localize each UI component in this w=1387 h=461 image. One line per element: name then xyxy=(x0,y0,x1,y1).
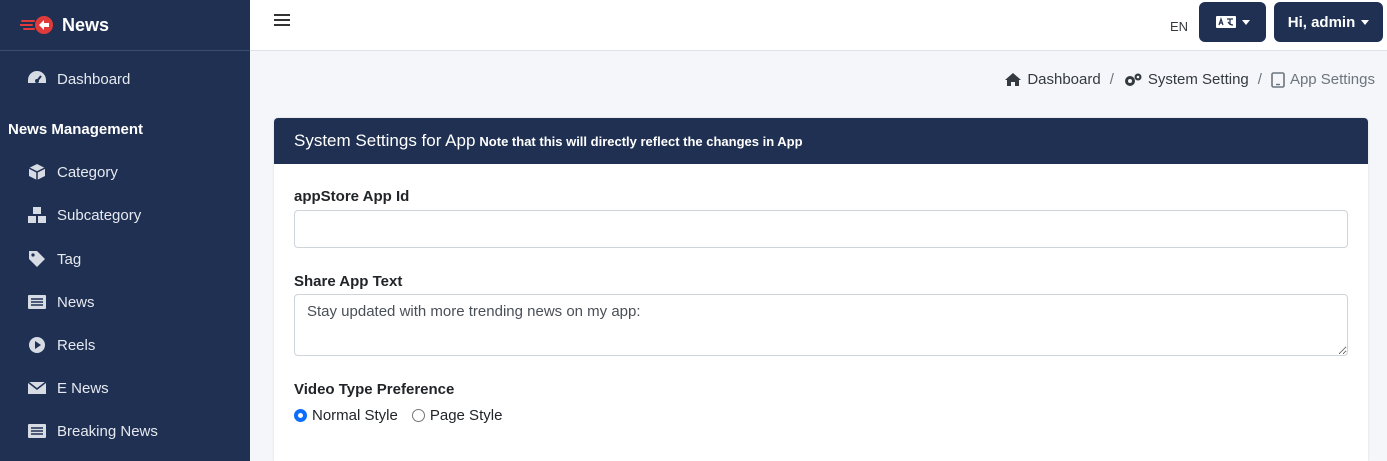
logo-icon xyxy=(20,16,53,34)
user-menu-button[interactable]: Hi, admin xyxy=(1274,2,1383,42)
sidebar-item-breaking-news[interactable]: Breaking News xyxy=(0,413,250,449)
chevron-down-icon xyxy=(1241,19,1250,25)
sidebar-item-category[interactable]: Category xyxy=(0,154,250,190)
breadcrumb-app-settings: App Settings xyxy=(1271,71,1375,88)
newspaper-icon xyxy=(27,292,47,312)
card-header: System Settings for App Note that this w… xyxy=(274,118,1368,164)
newspaper-icon xyxy=(27,421,47,441)
gears-icon xyxy=(1123,72,1143,88)
sidebar-item-label: Reels xyxy=(57,336,96,354)
top-navbar: EN Hi, admin xyxy=(250,0,1387,51)
sidebar-item-label: News xyxy=(57,293,95,311)
user-menu-label: Hi, admin xyxy=(1287,13,1356,31)
sidebar-item-label: E News xyxy=(57,379,109,397)
sidebar-item-label: Tag xyxy=(57,250,82,268)
gauge-icon xyxy=(27,69,47,89)
sidebar-section-header: News Management xyxy=(8,121,144,138)
language-code: EN xyxy=(1170,19,1189,34)
radio-page-style[interactable]: Page Style xyxy=(411,407,503,424)
sidebar: News Dashboard News Management Category … xyxy=(0,0,250,461)
breadcrumb-dashboard[interactable]: Dashboard xyxy=(1004,71,1101,88)
sidebar-item-news[interactable]: News xyxy=(0,284,250,320)
cube-icon xyxy=(27,162,47,182)
radio-label: Page Style xyxy=(429,407,503,424)
video-type-radio-group: Normal Style Page Style xyxy=(294,407,516,424)
translate-icon xyxy=(1215,16,1236,28)
sidebar-item-tag[interactable]: Tag xyxy=(0,241,250,277)
play-circle-icon xyxy=(27,335,47,355)
appstore-app-id-input[interactable] xyxy=(294,210,1348,248)
breadcrumb-label: Dashboard xyxy=(1027,71,1101,88)
settings-card: System Settings for App Note that this w… xyxy=(274,118,1368,461)
card-note: Note that this will directly reflect the… xyxy=(479,133,803,149)
breadcrumb-separator: / xyxy=(1257,71,1262,88)
share-app-text-label: Share App Text xyxy=(294,273,403,290)
radio-button[interactable] xyxy=(411,409,425,422)
menu-toggle-icon[interactable] xyxy=(274,14,290,30)
sidebar-item-label: Subcategory xyxy=(57,206,142,224)
breadcrumb-label: App Settings xyxy=(1289,71,1375,88)
sidebar-item-label: Category xyxy=(57,163,118,181)
envelope-icon xyxy=(27,378,47,398)
sidebar-item-dashboard[interactable]: Dashboard xyxy=(0,61,250,97)
video-type-preference-label: Video Type Preference xyxy=(294,381,455,398)
share-app-text-textarea[interactable]: Stay updated with more trending news on … xyxy=(294,294,1348,356)
sidebar-item-label: Dashboard xyxy=(57,70,131,88)
tag-icon xyxy=(27,249,47,269)
cubes-icon xyxy=(27,205,47,225)
sidebar-item-reels[interactable]: Reels xyxy=(0,327,250,363)
card-title: System Settings for App xyxy=(294,131,476,150)
breadcrumb-system-setting[interactable]: System Setting xyxy=(1123,71,1249,88)
brand-title: News xyxy=(62,14,110,35)
breadcrumb-label: System Setting xyxy=(1147,71,1249,88)
chevron-down-icon xyxy=(1361,19,1370,25)
home-icon xyxy=(1004,72,1022,87)
breadcrumb: Dashboard / System Setting / App Setting… xyxy=(1004,71,1375,88)
sidebar-item-label: Breaking News xyxy=(57,422,158,440)
brand[interactable]: News xyxy=(0,0,250,51)
sidebar-item-subcategory[interactable]: Subcategory xyxy=(0,197,250,233)
radio-normal-style[interactable]: Normal Style xyxy=(294,407,398,424)
tablet-icon xyxy=(1271,71,1285,88)
appstore-app-id-label: appStore App Id xyxy=(294,188,410,205)
breadcrumb-separator: / xyxy=(1109,71,1114,88)
language-dropdown-button[interactable] xyxy=(1199,2,1266,42)
radio-button-checked[interactable] xyxy=(294,409,307,422)
radio-label: Normal Style xyxy=(312,407,398,424)
sidebar-item-e-news[interactable]: E News xyxy=(0,370,250,406)
